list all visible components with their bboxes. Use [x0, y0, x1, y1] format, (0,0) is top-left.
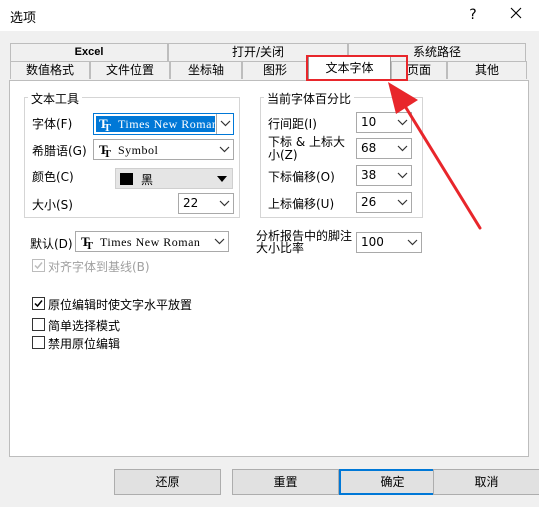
line-spacing-label: 行间距(I) — [268, 117, 317, 131]
checkmark-icon — [34, 300, 43, 308]
font-select-dropdown-button[interactable] — [216, 114, 233, 134]
simple-select-checkbox[interactable] — [32, 318, 45, 331]
percent-title: 当前字体百分比 — [264, 90, 355, 107]
align-baseline-checkbox[interactable] — [32, 259, 45, 272]
sup-offset-label: 上标偏移(U) — [268, 197, 335, 211]
font-label: 字体(F) — [32, 117, 73, 131]
truetype-icon: TT — [99, 142, 112, 161]
horizontal-text-checkbox[interactable] — [32, 297, 45, 310]
size-select[interactable]: 22 — [178, 193, 234, 214]
ok-button[interactable]: 确定 — [339, 469, 446, 495]
font-select[interactable]: TT Times New Roman — [93, 113, 234, 135]
line-spacing-value: 10 — [361, 115, 377, 129]
tab-graph[interactable]: 图形 — [242, 61, 308, 79]
greek-label: 希腊语(G) — [32, 144, 87, 158]
simple-select-label: 简单选择模式 — [48, 319, 121, 333]
color-select[interactable]: 黑 — [115, 168, 233, 189]
chevron-down-icon — [219, 146, 230, 153]
size-value: 22 — [183, 196, 199, 210]
footnote-ratio-label: 分析报告中的脚注大小比率 — [256, 229, 353, 255]
tab-number-format[interactable]: 数值格式 — [10, 61, 90, 79]
chevron-down-icon — [407, 239, 418, 246]
disable-inplace-checkbox[interactable] — [32, 336, 45, 349]
size-label: 大小(S) — [32, 198, 73, 212]
font-select-value: Times New Roman — [118, 117, 219, 131]
color-value: 黑 — [141, 173, 154, 187]
sup-offset-value: 26 — [361, 195, 377, 209]
truetype-icon: TT — [81, 234, 94, 253]
subsup-size-label: 下标 & 上标大小(Z) — [268, 135, 345, 162]
chevron-down-icon — [219, 200, 230, 207]
align-baseline-label: 对齐字体到基线(B) — [48, 260, 150, 274]
cancel-button[interactable]: 取消 — [433, 469, 539, 495]
default-font-value: Times New Roman — [100, 235, 201, 249]
disable-inplace-label: 禁用原位编辑 — [48, 337, 121, 351]
title-bar: 选项 ? — [0, 0, 539, 31]
dropdown-triangle-icon — [217, 176, 227, 182]
sub-offset-value: 38 — [361, 168, 377, 182]
tab-file-location[interactable]: 文件位置 — [90, 61, 170, 79]
color-swatch — [120, 173, 133, 185]
annotation-arrow-icon — [388, 82, 482, 230]
reset-button[interactable]: 重置 — [232, 469, 339, 495]
horizontal-text-label: 原位编辑时使文字水平放置 — [48, 298, 193, 312]
tab-excel[interactable]: Excel — [10, 43, 168, 61]
checkmark-icon — [34, 262, 43, 270]
tab-axis[interactable]: 坐标轴 — [170, 61, 242, 79]
default-font-label: 默认(D) — [30, 237, 73, 251]
color-label: 颜色(C) — [32, 170, 74, 184]
greek-font-select[interactable]: TT Symbol — [93, 139, 234, 160]
close-icon[interactable] — [505, 4, 527, 26]
help-button[interactable]: ? — [462, 4, 484, 26]
window-title: 选项 — [10, 11, 37, 26]
chevron-down-icon — [214, 238, 225, 245]
sub-offset-label: 下标偏移(O) — [268, 170, 335, 184]
restore-button[interactable]: 还原 — [114, 469, 221, 495]
tab-other[interactable]: 其他 — [447, 61, 527, 79]
subsup-size-value: 68 — [361, 141, 377, 155]
greek-font-value: Symbol — [118, 143, 159, 157]
text-tool-title: 文本工具 — [28, 90, 83, 107]
default-font-select[interactable]: TT Times New Roman — [75, 231, 229, 252]
truetype-icon: TT — [99, 116, 112, 135]
